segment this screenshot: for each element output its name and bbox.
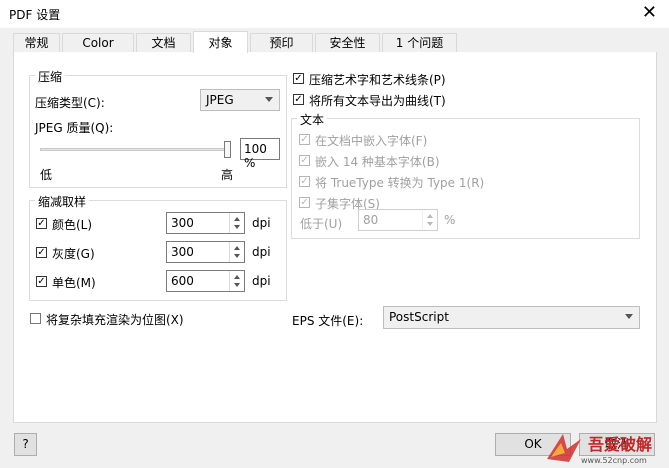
- embed-fonts-label: 在文档中嵌入字体(F): [315, 134, 428, 148]
- color-label: 颜色(L): [52, 218, 93, 232]
- gray-dpi-value: 300: [171, 245, 194, 259]
- watermark-url: www.52cnp.com: [581, 456, 647, 465]
- quality-high-label: 高: [221, 168, 234, 182]
- gray-dpi-stepper[interactable]: 300: [166, 241, 245, 263]
- compression-type-label: 压缩类型(C):: [35, 96, 105, 110]
- close-icon[interactable]: ✕: [642, 3, 657, 23]
- jpeg-quality-value: 100 %: [244, 142, 267, 170]
- down-arrow-icon: [427, 222, 433, 226]
- tab-color[interactable]: Color: [62, 33, 134, 52]
- color-checkbox[interactable]: ✓: [36, 218, 47, 229]
- up-arrow-icon: [427, 214, 433, 218]
- mono-dpi-stepper[interactable]: 600: [166, 270, 245, 292]
- compress-art-checkbox[interactable]: ✓: [293, 73, 304, 84]
- compression-type-value: JPEG: [206, 93, 234, 107]
- below-value: 80: [363, 213, 379, 227]
- below-label: 低于(U): [300, 217, 343, 231]
- eps-select[interactable]: PostScript: [383, 306, 640, 329]
- chevron-down-icon: [625, 314, 633, 319]
- down-arrow-icon: [234, 283, 240, 287]
- tab-security[interactable]: 安全性: [315, 33, 380, 52]
- subset-checkbox[interactable]: ✓: [299, 197, 310, 208]
- help-button[interactable]: ?: [14, 433, 37, 456]
- compression-legend: 压缩: [35, 68, 66, 85]
- below-unit: %: [444, 213, 456, 227]
- jpeg-quality-label: JPEG 质量(Q):: [35, 121, 114, 135]
- render-complex-checkbox[interactable]: [30, 313, 41, 324]
- base14-label: 嵌入 14 种基本字体(B): [315, 155, 440, 169]
- text-legend: 文本: [297, 111, 328, 128]
- window-title: PDF 设置: [9, 8, 61, 22]
- tab-general[interactable]: 常规: [13, 33, 60, 52]
- embed-fonts-checkbox[interactable]: ✓: [299, 134, 310, 145]
- jpeg-quality-slider-track[interactable]: [40, 148, 231, 151]
- tab-issues[interactable]: 1 个问题: [382, 33, 457, 52]
- chevron-down-icon: [265, 97, 273, 102]
- eps-label: EPS 文件(E):: [292, 314, 364, 328]
- quality-low-label: 低: [40, 168, 53, 182]
- gray-dpi-unit: dpi: [252, 245, 271, 259]
- downsample-legend: 缩减取样: [35, 193, 90, 210]
- up-arrow-icon: [234, 217, 240, 221]
- title-bar: [0, 0, 669, 28]
- color-dpi-value: 300: [171, 216, 194, 230]
- eps-value: PostScript: [389, 310, 449, 324]
- jpeg-quality-field[interactable]: 100 %: [240, 138, 280, 170]
- tab-prepress[interactable]: 预印: [250, 33, 313, 52]
- base14-checkbox[interactable]: ✓: [299, 155, 310, 166]
- mono-dpi-unit: dpi: [252, 274, 271, 288]
- up-arrow-icon: [234, 275, 240, 279]
- jpeg-quality-slider-thumb[interactable]: [224, 141, 231, 158]
- mono-checkbox[interactable]: ✓: [36, 276, 47, 287]
- below-stepper[interactable]: 80: [358, 209, 438, 231]
- stepper-buttons[interactable]: [229, 213, 244, 233]
- color-dpi-unit: dpi: [252, 216, 271, 230]
- up-arrow-icon: [234, 246, 240, 250]
- gray-checkbox[interactable]: ✓: [36, 247, 47, 258]
- color-dpi-stepper[interactable]: 300: [166, 212, 245, 234]
- tab-document[interactable]: 文档: [136, 33, 191, 52]
- render-complex-label: 将复杂填充渲染为位图(X): [46, 313, 184, 327]
- down-arrow-icon: [234, 225, 240, 229]
- mono-dpi-value: 600: [171, 274, 194, 288]
- export-curves-label: 将所有文本导出为曲线(T): [309, 94, 446, 108]
- stepper-buttons[interactable]: [422, 210, 437, 230]
- gray-label: 灰度(G): [52, 247, 95, 261]
- mono-label: 单色(M): [52, 276, 96, 290]
- compression-type-select[interactable]: JPEG: [200, 89, 280, 111]
- truetype-checkbox[interactable]: ✓: [299, 176, 310, 187]
- watermark-text: 吾爱破解: [588, 435, 653, 454]
- down-arrow-icon: [234, 254, 240, 258]
- tab-objects[interactable]: 对象: [193, 31, 248, 53]
- export-curves-checkbox[interactable]: ✓: [293, 94, 304, 105]
- stepper-buttons[interactable]: [229, 242, 244, 262]
- truetype-label: 将 TrueType 转换为 Type 1(R): [315, 176, 485, 190]
- compress-art-label: 压缩艺术字和艺术线条(P): [309, 73, 446, 87]
- stepper-buttons[interactable]: [229, 271, 244, 291]
